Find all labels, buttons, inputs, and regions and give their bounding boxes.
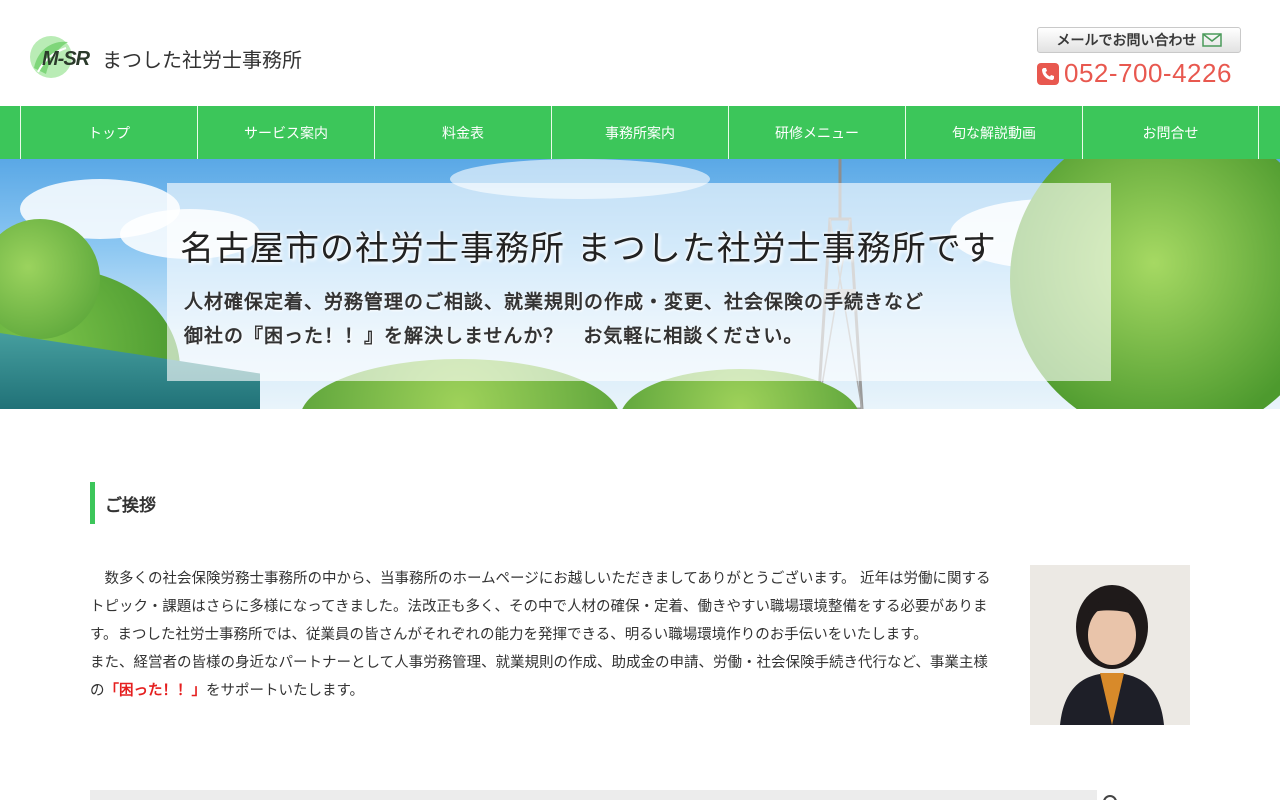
nav-label: サービス案内	[244, 125, 328, 142]
phone-icon	[1037, 62, 1059, 85]
next-section-bar	[90, 790, 1097, 800]
phone-number: 052-700-4226	[1064, 58, 1232, 88]
nav-item-fees[interactable]: 料金表	[374, 106, 551, 159]
nav-label: 旬な解説動画	[952, 125, 1036, 142]
hero-title: 名古屋市の社労士事務所 まつした社労士事務所です	[180, 229, 997, 269]
site-logo[interactable]: M-SR まつした社労士事務所	[28, 34, 302, 82]
nav-item-videos[interactable]: 旬な解説動画	[905, 106, 1082, 159]
greeting-paragraph-1: 数多くの社会保険労務士事務所の中から、当事務所のホームページにお越しいただきまし…	[90, 571, 991, 643]
section-heading-greeting: ご挨拶	[90, 482, 156, 524]
nav-label: トップ	[88, 125, 130, 142]
mail-contact-label: メールでお問い合わせ	[1056, 33, 1197, 49]
nav-label: 研修メニュー	[775, 125, 859, 142]
representative-photo	[1030, 565, 1190, 725]
hero-subtitle-line-2: 御社の『困った！！』を解決しませんか？ お気軽に相談ください。	[184, 325, 804, 347]
global-nav: トップ サービス案内 料金表 事務所案内 研修メニュー 旬な解説動画 お問合せ	[0, 106, 1280, 159]
highlight-komatta: 「困った！！」	[104, 683, 207, 699]
phone-contact[interactable]: 052-700-4226	[1037, 58, 1242, 89]
nav-label: 料金表	[442, 125, 484, 142]
logo-acronym: M-SR	[42, 48, 90, 70]
nav-item-services[interactable]: サービス案内	[197, 106, 374, 159]
hero-subtitle-line-1: 人材確保定着、労務管理のご相談、就業規則の作成・変更、社会保険の手続きなど	[184, 291, 925, 313]
site-header: M-SR まつした社労士事務所 メールでお問い合わせ 052-700-4226	[0, 0, 1280, 106]
nav-label: 事務所案内	[605, 125, 675, 142]
nav-label: お問合せ	[1142, 125, 1199, 142]
nav-item-office[interactable]: 事務所案内	[551, 106, 728, 159]
logo-mark: M-SR	[28, 34, 100, 82]
envelope-icon	[1201, 33, 1222, 47]
greeting-paragraph-2: また、経営者の皆様の身近なパートナーとして人事労務管理、就業規則の作成、助成金の…	[90, 649, 1000, 705]
greeting-text: 数多くの社会保険労務士事務所の中から、当事務所のホームページにお越しいただきまし…	[90, 565, 1000, 705]
scroll-circle-icon[interactable]	[1103, 795, 1117, 800]
nav-item-top[interactable]: トップ	[20, 106, 197, 159]
nav-item-contact[interactable]: お問合せ	[1082, 106, 1259, 159]
greeting-paragraph-2-end: をサポートいたします。	[206, 683, 365, 699]
person-portrait-image	[1030, 565, 1190, 725]
hero-text-panel: 名古屋市の社労士事務所 まつした社労士事務所です 人材確保定着、労務管理のご相談…	[167, 183, 1111, 381]
logo-office-name: まつした社労士事務所	[102, 47, 302, 72]
hero-banner: 名古屋市の社労士事務所 まつした社労士事務所です 人材確保定着、労務管理のご相談…	[0, 159, 1280, 409]
header-contact: メールでお問い合わせ 052-700-4226	[1037, 27, 1242, 89]
nav-item-training[interactable]: 研修メニュー	[728, 106, 905, 159]
mail-contact-button[interactable]: メールでお問い合わせ	[1037, 27, 1241, 53]
